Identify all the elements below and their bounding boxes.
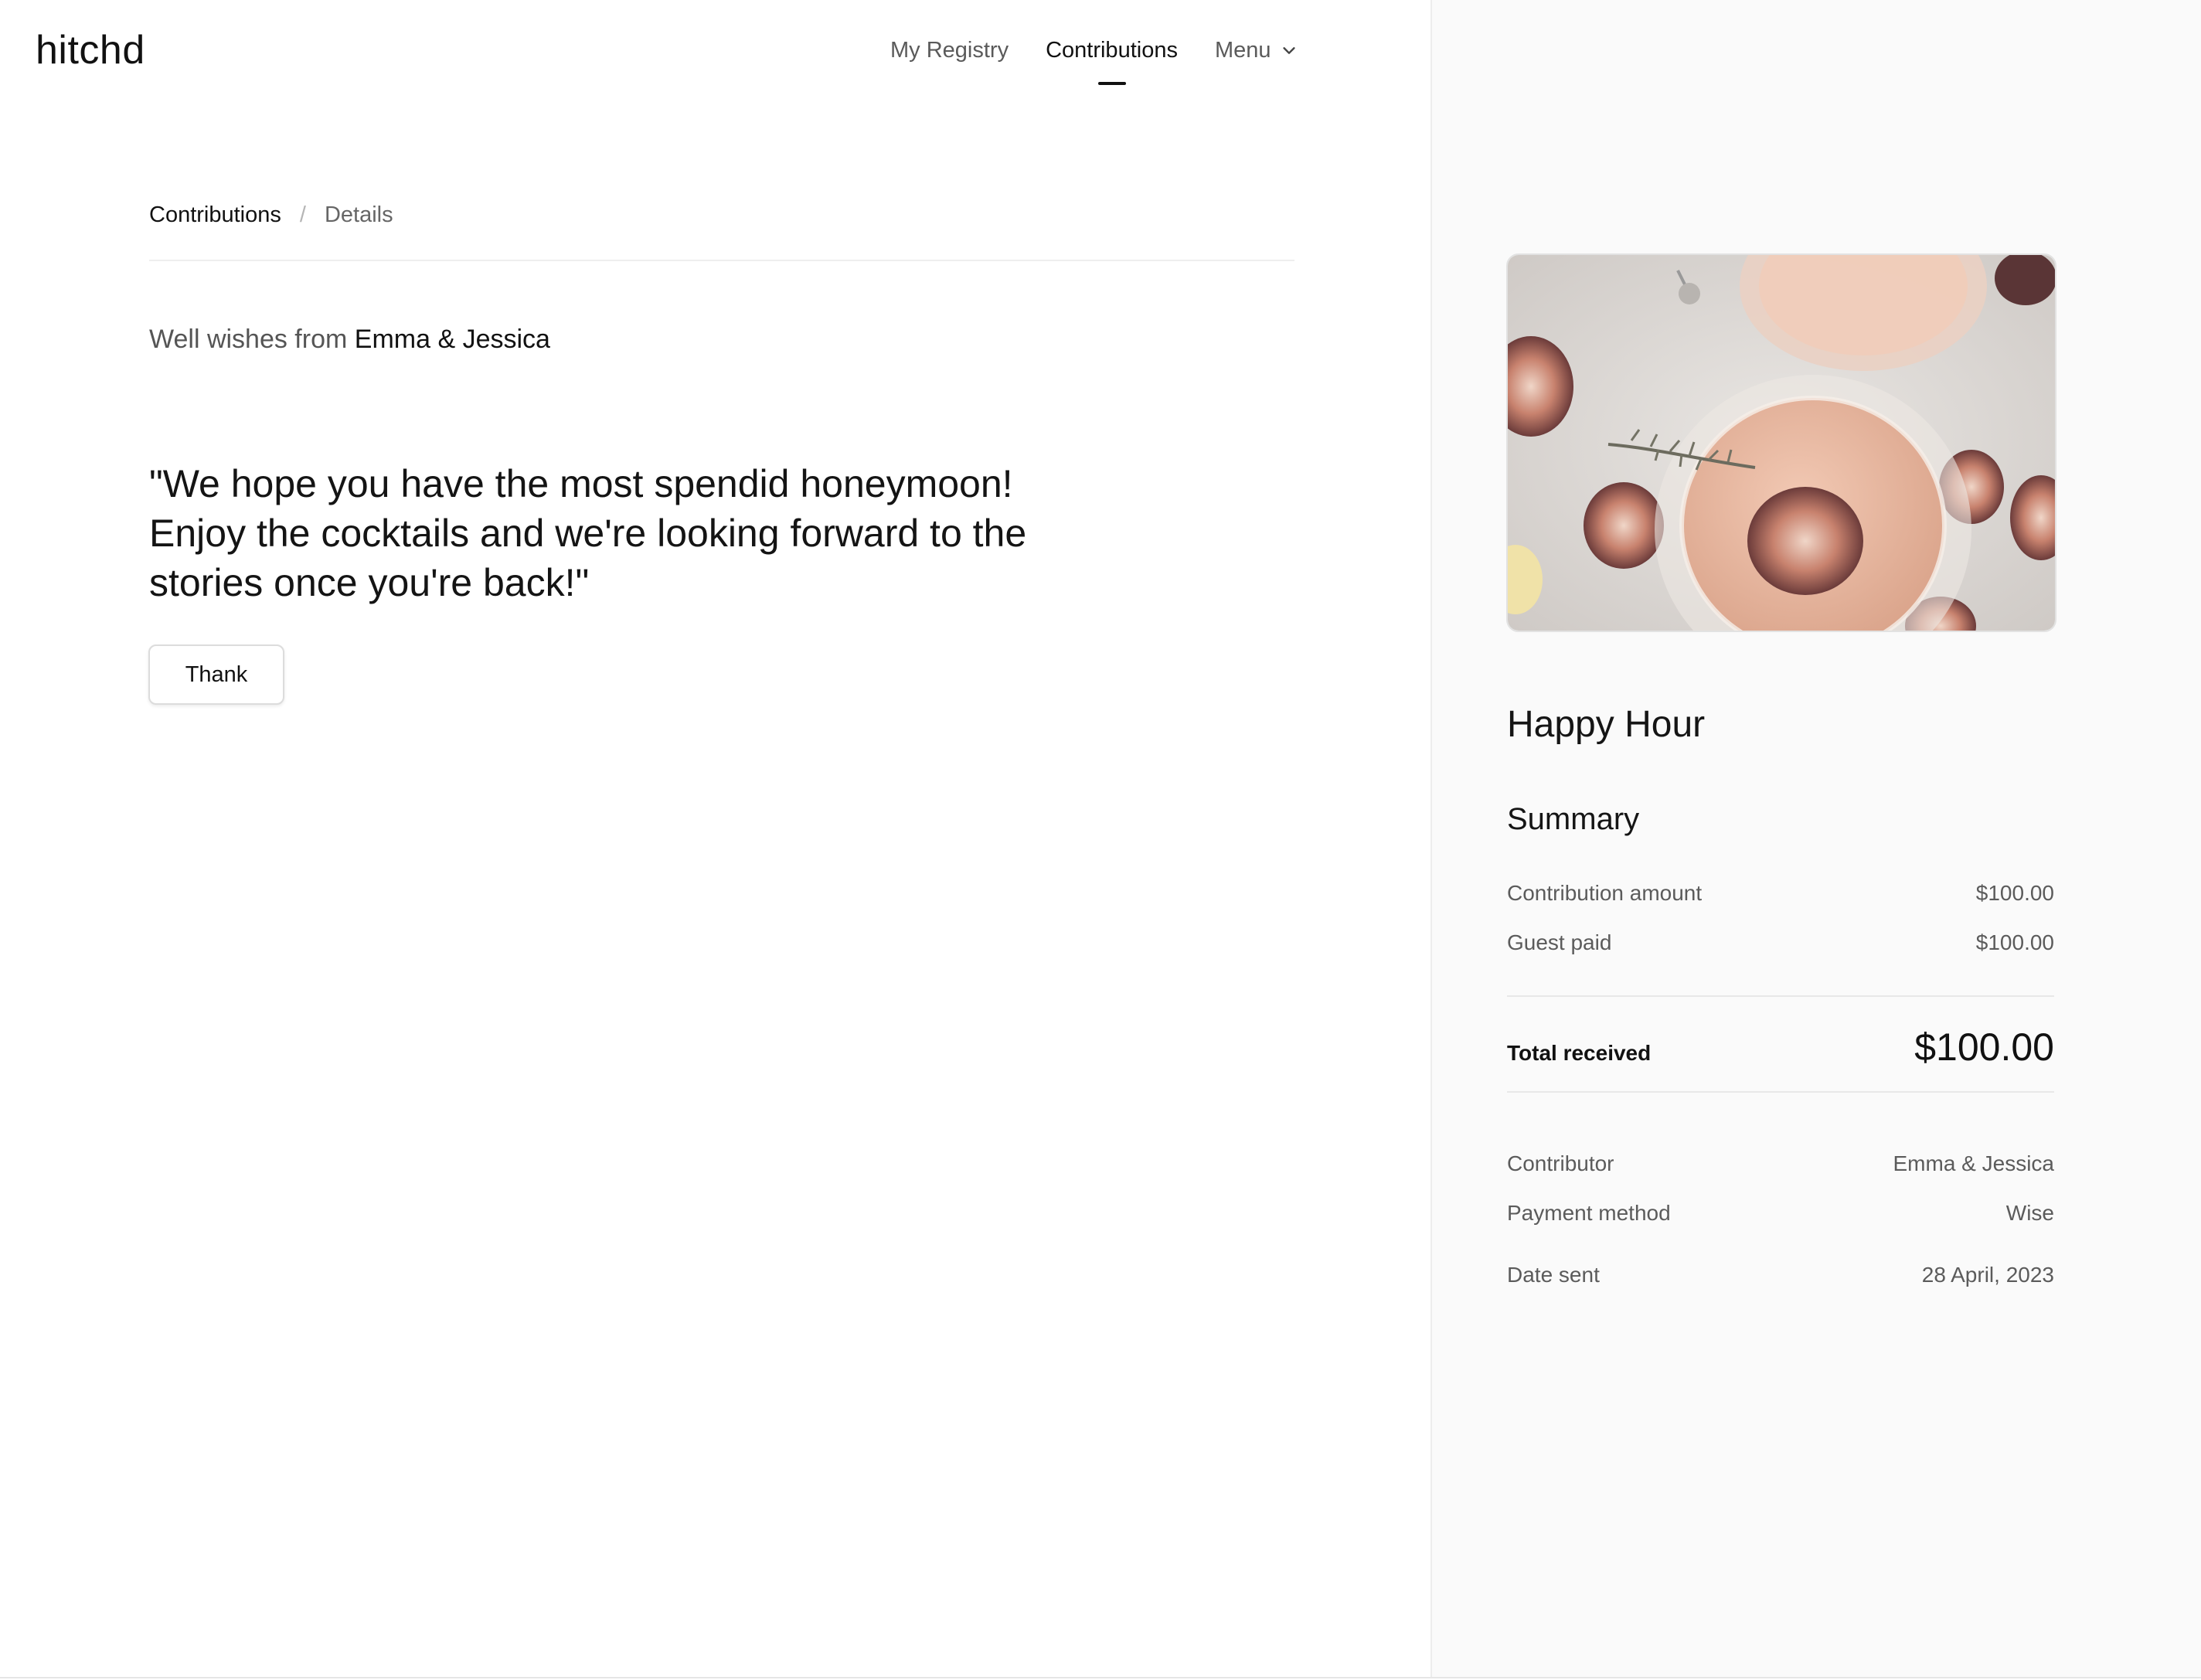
guest-paid-value: $100.00 (1975, 930, 2054, 954)
total-received-label: Total received (1507, 1041, 1652, 1065)
total-divider (1507, 1091, 2054, 1093)
payment-method-value: Wise (2005, 1201, 2054, 1225)
hitchd-logo[interactable]: hitchd (36, 23, 145, 77)
contributor-label: Contributor (1507, 1151, 1614, 1175)
payment-method-label: Payment method (1507, 1201, 1671, 1225)
summary-heading: Summary (1507, 802, 1640, 836)
gift-summary-panel: Happy Hour Summary Contribution amount $… (1430, 0, 2201, 1677)
contribution-amount-label: Contribution amount (1507, 881, 1703, 905)
well-wishes-heading: Well wishes from Emma & Jessica (149, 325, 550, 355)
active-tab-indicator (1097, 82, 1126, 85)
breadcrumb-contributions[interactable]: Contributions (149, 202, 281, 228)
date-sent-row: Date sent 28 April, 2023 (1507, 1263, 2054, 1287)
chevron-down-icon (1282, 47, 1295, 54)
well-wishes-from: Emma & Jessica (354, 325, 550, 354)
nav-contributions-label: Contributions (1046, 38, 1178, 63)
breadcrumb-details: Details (324, 202, 393, 227)
thank-button[interactable]: Thank (148, 644, 284, 705)
top-navigation: My Registry Contributions Menu (890, 31, 1298, 85)
date-sent-label: Date sent (1507, 1263, 1600, 1287)
nav-menu-label: Menu (1214, 38, 1271, 63)
breadcrumb-separator: / (299, 202, 306, 227)
breadcrumb: Contributions / Details (149, 202, 393, 228)
logo-text: hitchd (36, 28, 145, 73)
summary-divider (1507, 995, 2054, 997)
contributor-value: Emma & Jessica (1893, 1151, 2055, 1175)
nav-contributions[interactable]: Contributions (1046, 31, 1178, 85)
total-received-row: Total received $100.00 (1507, 1025, 2054, 1070)
nav-my-registry[interactable]: My Registry (890, 31, 1009, 70)
payment-method-row: Payment method Wise (1507, 1201, 2054, 1226)
contribution-amount-row: Contribution amount $100.00 (1507, 881, 2054, 906)
guest-paid-row: Guest paid $100.00 (1507, 930, 2054, 955)
date-sent-value: 28 April, 2023 (1921, 1263, 2054, 1287)
total-received-value: $100.00 (1914, 1025, 2054, 1069)
contributor-row: Contributor Emma & Jessica (1507, 1151, 2054, 1176)
gift-image (1506, 253, 2056, 632)
guest-paid-label: Guest paid (1507, 930, 1612, 954)
main-content: hitchd My Registry Contributions Menu Co… (0, 0, 1430, 1677)
breadcrumb-divider (149, 260, 1294, 261)
contribution-message: "We hope you have the most spendid honey… (149, 462, 1027, 604)
contribution-amount-value: $100.00 (1975, 881, 2054, 905)
well-wishes-intro: Well wishes from (149, 325, 348, 354)
page-bottom-border (0, 1677, 2201, 1678)
nav-menu[interactable]: Menu (1215, 31, 1298, 70)
gift-title: Happy Hour (1507, 704, 1706, 745)
cocktail-image (1508, 255, 2055, 631)
